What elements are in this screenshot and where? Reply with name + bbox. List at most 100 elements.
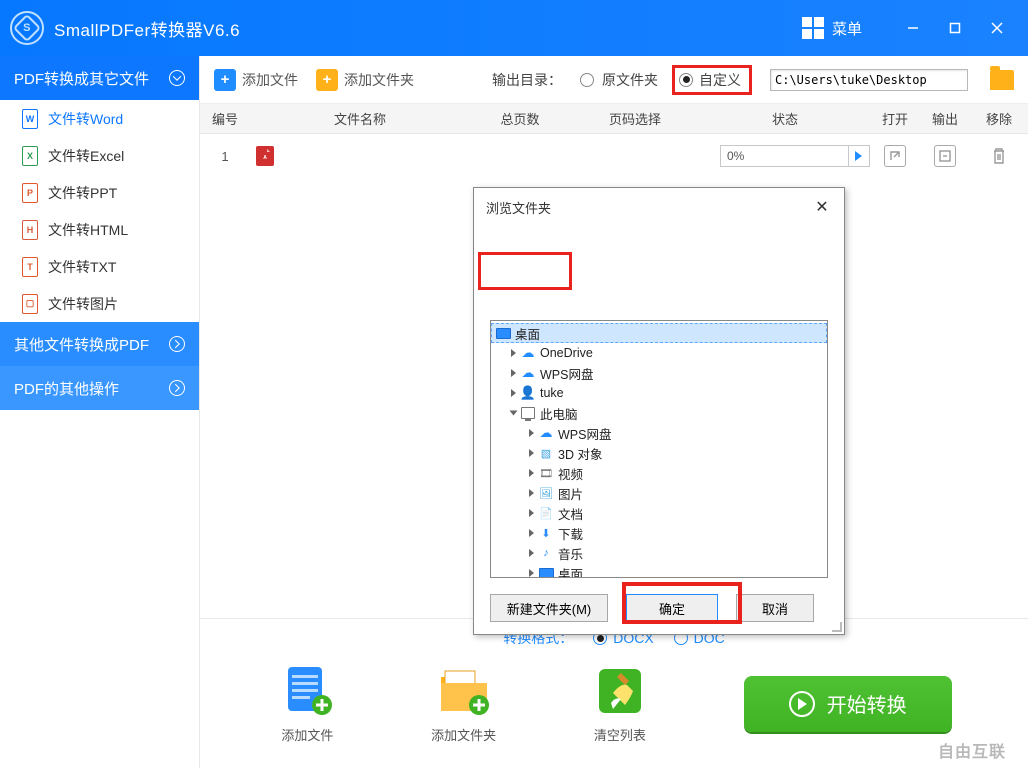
big-add-folder[interactable]: 添加文件夹 bbox=[431, 663, 496, 744]
content-area: + 添加文件 + 添加文件夹 输出目录： 原文件夹 自定义 编号 文件名称 bbox=[199, 56, 1028, 768]
cell-index: 1 bbox=[200, 149, 250, 164]
sidebar-item-html[interactable]: H 文件转HTML bbox=[0, 211, 199, 248]
start-convert-button[interactable]: 开始转换 bbox=[744, 676, 952, 732]
browse-folder-dialog: 浏览文件夹 ✕ 桌面 ☁OneDrive ☁WPS网盘 👤tuke 此电脑 ☁W… bbox=[473, 187, 845, 635]
ok-button[interactable]: 确定 bbox=[626, 594, 718, 622]
titlebar: S SmallPDFer转换器V6.6 菜单 bbox=[0, 0, 1028, 56]
tree-item[interactable]: 🎞视频 bbox=[491, 463, 827, 483]
open-button[interactable] bbox=[884, 145, 906, 167]
pc-icon bbox=[520, 406, 536, 420]
expand-icon[interactable] bbox=[529, 449, 534, 457]
th-open: 打开 bbox=[870, 109, 920, 128]
add-file-button[interactable]: + 添加文件 bbox=[214, 69, 298, 91]
cell-status: 0% bbox=[700, 145, 870, 167]
dialog-button-row: 新建文件夹(M) 确定 取消 bbox=[474, 578, 844, 638]
sidebar-item-excel[interactable]: X 文件转Excel bbox=[0, 137, 199, 174]
tree-item[interactable]: ☁WPS网盘 bbox=[491, 363, 827, 383]
dialog-title: 浏览文件夹 bbox=[486, 198, 551, 217]
maximize-button[interactable] bbox=[934, 13, 976, 43]
radio-source-label[interactable]: 原文件夹 bbox=[602, 70, 658, 90]
big-add-file[interactable]: 添加文件 bbox=[276, 663, 338, 744]
download-icon: ⬇ bbox=[538, 526, 554, 540]
tree-item[interactable]: 桌面 bbox=[491, 563, 827, 577]
start-label: 开始转换 bbox=[827, 689, 907, 718]
tree-item[interactable]: 📄文档 bbox=[491, 503, 827, 523]
tree-item[interactable]: ☁OneDrive bbox=[491, 343, 827, 363]
expand-icon[interactable] bbox=[511, 349, 516, 357]
3d-icon: ▧ bbox=[538, 446, 554, 460]
big-btn-label: 添加文件夹 bbox=[431, 725, 496, 744]
chevron-down-icon bbox=[169, 70, 185, 86]
expand-icon[interactable] bbox=[529, 429, 534, 437]
bottom-panel: 转换格式： DOCX DOC 添加文件 bbox=[200, 618, 1028, 768]
tree-label: 桌面 bbox=[515, 324, 540, 343]
big-clear-list[interactable]: 清空列表 bbox=[589, 663, 651, 744]
expand-icon[interactable] bbox=[511, 369, 516, 377]
th-index: 编号 bbox=[200, 109, 250, 128]
tree-item[interactable]: ☁WPS网盘 bbox=[491, 423, 827, 443]
expand-icon[interactable] bbox=[529, 489, 534, 497]
minimize-button[interactable] bbox=[892, 13, 934, 43]
output-path-input[interactable] bbox=[770, 69, 968, 91]
sidebar-item-label: 文件转Excel bbox=[48, 146, 124, 166]
add-folder-button[interactable]: + 添加文件夹 bbox=[316, 69, 414, 91]
video-icon: 🎞 bbox=[538, 466, 554, 480]
dialog-close-button[interactable]: ✕ bbox=[812, 197, 832, 217]
th-status: 状态 bbox=[700, 109, 870, 128]
toolbar: + 添加文件 + 添加文件夹 输出目录： 原文件夹 自定义 bbox=[200, 56, 1028, 104]
chevron-right-icon bbox=[169, 336, 185, 352]
file-txt-icon: T bbox=[22, 257, 38, 277]
sidebar-item-txt[interactable]: T 文件转TXT bbox=[0, 248, 199, 285]
radio-custom-label[interactable]: 自定义 bbox=[699, 70, 741, 90]
tree-label: 文档 bbox=[558, 504, 583, 523]
remove-button[interactable] bbox=[988, 145, 1010, 167]
cell-name: A bbox=[250, 146, 470, 166]
tree-root-desktop[interactable]: 桌面 bbox=[491, 323, 827, 343]
tree-item[interactable]: 此电脑 bbox=[491, 403, 827, 423]
radio-custom-highlight: 自定义 bbox=[672, 65, 752, 95]
tree-label: 音乐 bbox=[558, 544, 583, 563]
radio-custom[interactable] bbox=[679, 73, 693, 87]
expand-icon[interactable] bbox=[529, 509, 534, 517]
button-label: 添加文件夹 bbox=[344, 70, 414, 90]
cancel-button[interactable]: 取消 bbox=[736, 594, 814, 622]
tree-item[interactable]: ▧3D 对象 bbox=[491, 443, 827, 463]
file-image-icon: ▢ bbox=[22, 294, 38, 314]
resize-grip[interactable] bbox=[830, 620, 842, 632]
close-button[interactable] bbox=[976, 13, 1018, 43]
expand-icon[interactable] bbox=[529, 469, 534, 477]
sidebar-item-word[interactable]: W 文件转Word bbox=[0, 100, 199, 137]
section-label: 其他文件转换成PDF bbox=[14, 334, 149, 355]
browse-folder-button[interactable] bbox=[990, 70, 1014, 90]
sidebar-section-other-to-pdf[interactable]: 其他文件转换成PDF bbox=[0, 322, 199, 366]
progress-bar: 0% bbox=[720, 145, 849, 167]
sidebar-section-pdf-ops[interactable]: PDF的其他操作 bbox=[0, 366, 199, 410]
menu-button[interactable]: 菜单 bbox=[802, 17, 862, 39]
tree-item[interactable]: 👤tuke bbox=[491, 383, 827, 403]
radio-source-folder[interactable] bbox=[580, 73, 594, 87]
table-header: 编号 文件名称 总页数 页码选择 状态 打开 输出 移除 bbox=[200, 104, 1028, 134]
tree-item[interactable]: ♪音乐 bbox=[491, 543, 827, 563]
app-title: SmallPDFer转换器V6.6 bbox=[54, 16, 240, 41]
expand-icon[interactable] bbox=[511, 389, 516, 397]
tree-item[interactable]: ⬇下载 bbox=[491, 523, 827, 543]
output-button[interactable] bbox=[934, 145, 956, 167]
th-pages: 总页数 bbox=[470, 109, 570, 128]
tree-item[interactable]: 🖼图片 bbox=[491, 483, 827, 503]
tree-label: WPS网盘 bbox=[558, 424, 611, 443]
sidebar-item-ppt[interactable]: P 文件转PPT bbox=[0, 174, 199, 211]
sidebar-section-pdf-to-other[interactable]: PDF转换成其它文件 bbox=[0, 56, 199, 100]
plus-icon: + bbox=[316, 69, 338, 91]
sidebar-item-label: 文件转TXT bbox=[48, 257, 116, 277]
expand-icon[interactable] bbox=[529, 569, 534, 577]
tree-label: 桌面 bbox=[558, 564, 583, 578]
expand-icon[interactable] bbox=[529, 549, 534, 557]
new-folder-button[interactable]: 新建文件夹(M) bbox=[490, 594, 608, 622]
collapse-icon[interactable] bbox=[510, 411, 518, 416]
dialog-titlebar: 浏览文件夹 ✕ bbox=[474, 188, 844, 226]
expand-icon[interactable] bbox=[529, 529, 534, 537]
sidebar-item-label: 文件转图片 bbox=[48, 294, 118, 314]
highlight-box bbox=[478, 252, 572, 290]
sidebar-item-image[interactable]: ▢ 文件转图片 bbox=[0, 285, 199, 322]
row-start-button[interactable] bbox=[849, 145, 870, 167]
